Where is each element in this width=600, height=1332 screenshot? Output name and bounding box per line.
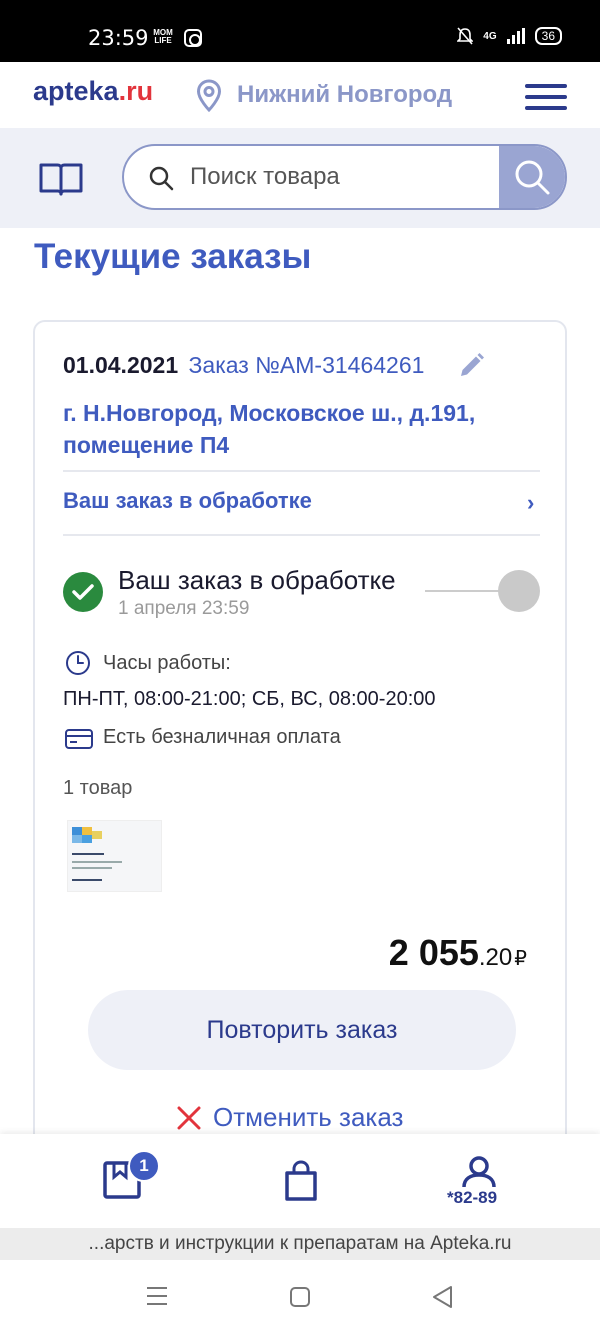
progress-connector [425, 590, 499, 592]
city-selector[interactable]: Нижний Новгород [237, 81, 452, 109]
map-pin-icon[interactable] [196, 79, 222, 113]
progress-step-time: 1 апреля 23:59 [118, 598, 250, 619]
search-button[interactable] [499, 146, 565, 208]
browser-url-bar[interactable]: ...арств и инструкции к препаратам на Ap… [0, 1228, 600, 1260]
search-icon [149, 166, 174, 191]
network-label: 4G [483, 30, 497, 42]
mute-icon [457, 27, 474, 45]
logo-tld: .ru [118, 76, 154, 106]
site-logo[interactable]: apteka.ru [33, 76, 153, 107]
edit-icon[interactable] [457, 352, 485, 380]
repeat-order-button[interactable]: Повторить заказ [88, 990, 516, 1070]
credit-card-icon [65, 729, 93, 749]
home-icon[interactable] [289, 1286, 311, 1308]
search-bar-row [0, 128, 600, 228]
search-input[interactable] [190, 146, 490, 208]
next-step-indicator [498, 570, 540, 612]
search-icon [515, 160, 550, 195]
order-total-price: 2 055.20 ₽ [389, 932, 527, 974]
mom-life-icon: MOM LIFE [153, 28, 173, 45]
clock-icon [66, 651, 90, 675]
battery-indicator: 36 [534, 27, 562, 45]
cart-icon[interactable] [284, 1160, 318, 1202]
order-status-link[interactable]: Ваш заказ в обработке [63, 488, 312, 514]
order-number: Заказ №АМ-31464261 [188, 352, 425, 378]
cashless-payment-note: Есть безналичная оплата [103, 726, 341, 748]
order-header: 01.04.2021 Заказ №АМ-31464261 [63, 352, 424, 379]
items-count: 1 товар [63, 777, 133, 799]
pharmacy-address[interactable]: г. Н.Новгород, Московское ш., д.191, пом… [63, 397, 533, 461]
profile-icon[interactable] [461, 1156, 497, 1188]
profile-phone-label[interactable]: *82-89 [447, 1188, 497, 1208]
signal-icon [506, 28, 525, 44]
price-currency: ₽ [514, 948, 527, 970]
instagram-icon [184, 29, 202, 47]
price-integer: 2 055 [388, 932, 479, 973]
logo-main: apteka [33, 76, 119, 106]
status-time: 23:59 [88, 26, 149, 50]
status-indicators: 4G 36 [457, 27, 562, 45]
menu-icon[interactable] [525, 84, 567, 110]
progress-step-title: Ваш заказ в обработке [118, 565, 396, 595]
cancel-order-button[interactable]: Отменить заказ [177, 1102, 403, 1133]
back-icon[interactable] [431, 1285, 453, 1309]
cancel-order-label: Отменить заказ [213, 1102, 404, 1132]
order-card: 01.04.2021 Заказ №АМ-31464261 г. Н.Новго… [33, 320, 567, 1160]
working-hours-label: Часы работы: [103, 652, 231, 674]
product-thumbnail[interactable] [67, 820, 162, 892]
system-navigation-bar [0, 1260, 600, 1332]
search-box [122, 144, 567, 210]
recent-apps-icon[interactable] [146, 1286, 168, 1306]
order-date: 01.04.2021 [63, 352, 179, 378]
close-icon [177, 1106, 201, 1129]
site-header: apteka.ru Нижний Новгород [0, 62, 600, 128]
bottom-navigation: 1 *82-89 [0, 1134, 600, 1228]
check-icon [63, 572, 103, 612]
working-hours-value: ПН-ПТ, 08:00-21:00; СБ, ВС, 08:00-20:00 [63, 688, 436, 710]
divider [63, 470, 540, 472]
status-bar: 23:59 MOM LIFE 4G 36 [0, 0, 600, 62]
divider [63, 534, 540, 536]
orders-badge: 1 [128, 1150, 160, 1182]
chevron-right-icon[interactable]: › [527, 490, 534, 516]
book-icon[interactable] [38, 160, 84, 196]
page-title: Текущие заказы [34, 237, 312, 276]
price-fraction: .20 [478, 944, 513, 971]
